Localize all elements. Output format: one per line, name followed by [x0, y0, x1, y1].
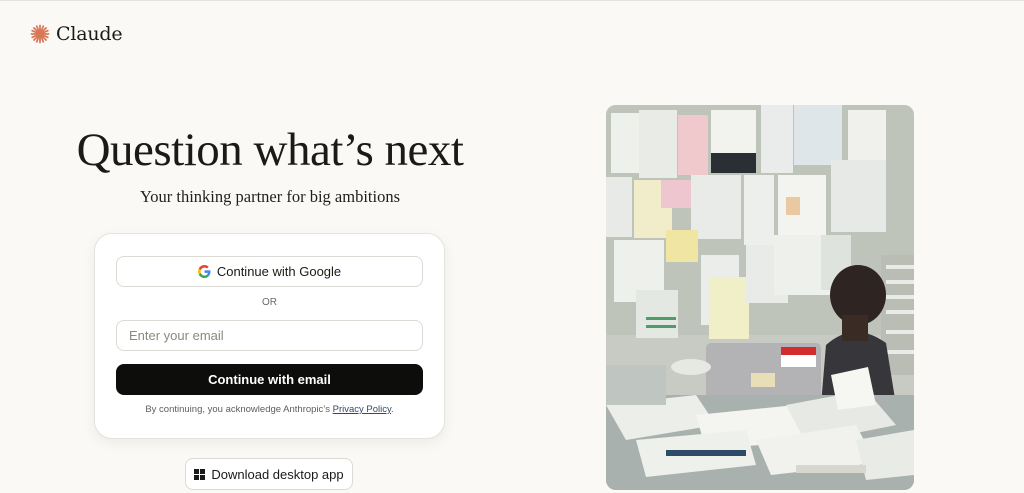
claude-starburst-icon	[30, 24, 50, 44]
download-button-label: Download desktop app	[211, 466, 344, 482]
continue-with-google-button[interactable]: Continue with Google	[116, 256, 423, 287]
brand-name: Claude	[56, 23, 123, 45]
brand-logo[interactable]: Claude	[30, 23, 123, 45]
google-button-label: Continue with Google	[216, 264, 342, 279]
or-divider: OR	[262, 297, 277, 308]
page-subheadline: Your thinking partner for big ambitions	[139, 187, 400, 206]
continue-with-email-button[interactable]: Continue with email	[116, 364, 423, 395]
login-card: Continue with Google OR Continue with em…	[94, 233, 445, 439]
google-icon	[197, 265, 211, 278]
download-desktop-app-button[interactable]: Download desktop app	[185, 458, 353, 490]
email-field[interactable]	[116, 320, 423, 351]
windows-icon	[194, 468, 206, 480]
privacy-policy-link[interactable]: Privacy Policy	[333, 404, 391, 415]
legal-notice: By continuing, you acknowledge Anthropic…	[95, 404, 444, 415]
legal-prefix: By continuing, you acknowledge Anthropic…	[145, 404, 333, 415]
hero-image	[606, 105, 914, 490]
legal-suffix: .	[391, 404, 394, 415]
page-headline: Question what’s next	[76, 124, 464, 176]
